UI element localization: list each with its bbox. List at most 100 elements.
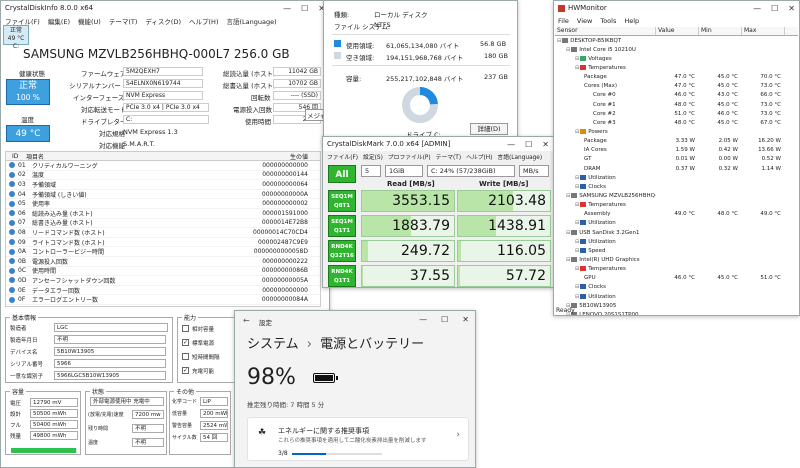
- test-button[interactable]: SEQ1M Q8T1: [328, 190, 356, 212]
- menu-file[interactable]: ファイル(F): [327, 152, 358, 161]
- header-sensor[interactable]: Sensor: [555, 27, 656, 35]
- sensor-row[interactable]: ⊟ Temperatures: [555, 201, 798, 210]
- menu-help[interactable]: ヘルプ(H): [466, 152, 492, 161]
- sensor-row[interactable]: Cores (Max) 47.0 °C 45.0 °C 73.0 °C: [555, 82, 798, 91]
- smart-row[interactable]: 0F エラーログエントリー数 00000000084A: [6, 295, 320, 305]
- sensor-row[interactable]: ⊟ USB SanDisk 3.2Gen1: [555, 228, 798, 237]
- function-checkbox[interactable]: ✓: [182, 367, 189, 374]
- size-select[interactable]: 1GiB: [385, 165, 423, 177]
- collapse-toggle-icon[interactable]: ⊟: [566, 230, 570, 236]
- menu-profile[interactable]: プロファイル(P): [388, 152, 431, 161]
- drive-tab-c[interactable]: 正常 49 °C C:: [3, 25, 29, 50]
- sensor-row[interactable]: ⊟ Temperatures: [555, 63, 798, 72]
- menu-disk[interactable]: ディスク(D): [145, 16, 181, 26]
- minimize-icon[interactable]: —: [753, 4, 761, 13]
- sensor-row[interactable]: Assembly 49.0 °C 48.0 °C 49.0 °C: [555, 210, 798, 219]
- sensor-row[interactable]: ⊟ Utilization: [555, 219, 798, 228]
- minimize-icon[interactable]: —: [419, 315, 427, 324]
- collapse-toggle-icon[interactable]: ⊟: [575, 129, 579, 135]
- sensor-row[interactable]: Core #0 46.0 °C 43.0 °C 66.0 °C: [555, 91, 798, 100]
- unit-select[interactable]: MB/s: [519, 165, 549, 177]
- sensor-row[interactable]: IA Cores 1.59 W 0.42 W 13.66 W: [555, 146, 798, 155]
- collapse-toggle-icon[interactable]: ⊟: [575, 294, 579, 300]
- maximize-icon[interactable]: ☐: [771, 4, 778, 13]
- sensor-row[interactable]: Core #1 48.0 °C 45.0 °C 73.0 °C: [555, 100, 798, 109]
- collapse-toggle-icon[interactable]: ⊟: [566, 257, 570, 263]
- collapse-toggle-icon[interactable]: ⊟: [575, 248, 579, 254]
- menu-view[interactable]: View: [577, 17, 592, 25]
- menu-language[interactable]: 言語(Language): [226, 16, 276, 26]
- collapse-toggle-icon[interactable]: ⊟: [575, 56, 579, 62]
- smart-row[interactable]: 0E データエラー回数 000000000000: [6, 286, 320, 296]
- header-min[interactable]: Min: [699, 27, 742, 35]
- function-checkbox[interactable]: [182, 353, 189, 360]
- smart-row[interactable]: 0C 使用時間 00000000086B: [6, 267, 320, 277]
- sensor-row[interactable]: Package 3.33 W 2.05 W 16.20 W: [555, 137, 798, 146]
- menu-language[interactable]: 言語(Language): [497, 152, 542, 161]
- back-arrow-icon[interactable]: ←: [243, 316, 250, 325]
- sensor-row[interactable]: ⊟ Utilization: [555, 292, 798, 301]
- collapse-toggle-icon[interactable]: ⊟: [557, 38, 561, 44]
- menu-theme[interactable]: テーマ(T): [109, 16, 138, 26]
- smart-row[interactable]: 03 予備領域 000000000064: [6, 180, 320, 190]
- menu-help[interactable]: Help: [624, 17, 639, 25]
- sensor-row[interactable]: ⊟ Intel Core i5 10210U: [555, 45, 798, 54]
- smart-header-id[interactable]: ID: [6, 153, 26, 160]
- sensor-row[interactable]: GPU 46.0 °C 45.0 °C 51.0 °C: [555, 274, 798, 283]
- sensor-row[interactable]: ⊟ Speed: [555, 246, 798, 255]
- smart-header-name[interactable]: 項目名: [26, 152, 240, 161]
- sensor-row[interactable]: ⊟ Temperatures: [555, 265, 798, 274]
- smart-row[interactable]: 07 総書き込み量 (ホスト) 0000014E72B8: [6, 219, 320, 229]
- sensor-row[interactable]: ⊟ SAMSUNG MZVLB256HBHQ-00...: [555, 191, 798, 200]
- collapse-toggle-icon[interactable]: ⊟: [575, 175, 579, 181]
- smart-row[interactable]: 01 クリティカルワーニング 000000000000: [6, 161, 320, 171]
- smart-row[interactable]: 04 予備領域 (しきい値) 00000000000A: [6, 190, 320, 200]
- collapse-toggle-icon[interactable]: ⊟: [575, 65, 579, 71]
- health-status-badge[interactable]: 正常 100 %: [6, 79, 50, 105]
- collapse-toggle-icon[interactable]: ⊟: [566, 47, 570, 53]
- close-icon[interactable]: ✕: [462, 315, 469, 324]
- collapse-toggle-icon[interactable]: ⊟: [575, 184, 579, 190]
- minimize-icon[interactable]: —: [507, 140, 515, 149]
- menu-function[interactable]: 機能(U): [78, 16, 101, 26]
- sensor-row[interactable]: ⊟ Intel(R) UHD Graphics: [555, 255, 798, 264]
- sensor-row[interactable]: Core #2 51.0 °C 46.0 °C 73.0 °C: [555, 109, 798, 118]
- collapse-toggle-icon[interactable]: ⊟: [575, 202, 579, 208]
- menu-tools[interactable]: Tools: [600, 17, 616, 25]
- collapse-toggle-icon[interactable]: ⊟: [566, 193, 570, 199]
- collapse-toggle-icon[interactable]: ⊟: [575, 284, 579, 290]
- menu-file[interactable]: ファイル(F): [5, 16, 40, 26]
- smart-row[interactable]: 09 ライトコマンド数 (ホスト) 000002487C9E9: [6, 238, 320, 248]
- test-button[interactable]: RND4K Q1T1: [328, 265, 356, 287]
- function-checkbox[interactable]: [182, 325, 189, 332]
- test-button[interactable]: RND4K Q32T16: [328, 240, 356, 262]
- maximize-icon[interactable]: ☐: [301, 4, 308, 13]
- sensor-row[interactable]: ⊟ Powers: [555, 127, 798, 136]
- maximize-icon[interactable]: ☐: [441, 315, 448, 324]
- function-checkbox[interactable]: ✓: [182, 339, 189, 346]
- close-icon[interactable]: ✕: [788, 4, 795, 13]
- sensor-row[interactable]: GT 0.01 W 0.00 W 0.52 W: [555, 155, 798, 164]
- smart-row[interactable]: 08 リードコマンド数 (ホスト) 00000014C70CD4: [6, 228, 320, 238]
- minimize-icon[interactable]: —: [283, 4, 291, 13]
- sensor-row[interactable]: ⊟ DESKTOP-B5IKBQT: [555, 36, 798, 45]
- count-select[interactable]: 5: [361, 165, 381, 177]
- menu-file[interactable]: File: [558, 17, 569, 25]
- smart-row[interactable]: 02 温度 000000000144: [6, 171, 320, 181]
- energy-recommendations-card[interactable]: ☘ エネルギーに関する推奨事項 これらの推奨事項を適用して二酸化炭素排出量を削減…: [247, 417, 469, 461]
- collapse-toggle-icon[interactable]: ⊟: [575, 220, 579, 226]
- smart-header-raw[interactable]: 生の値: [240, 152, 320, 161]
- breadcrumb-system[interactable]: システム: [247, 337, 299, 352]
- menu-help[interactable]: ヘルプ(H): [189, 16, 218, 26]
- detail-button[interactable]: 詳細(D): [470, 123, 508, 135]
- maximize-icon[interactable]: ☐: [525, 140, 532, 149]
- close-icon[interactable]: ✕: [542, 140, 549, 149]
- temperature-badge[interactable]: 49 °C: [6, 125, 50, 142]
- collapse-toggle-icon[interactable]: ⊟: [575, 239, 579, 245]
- header-value[interactable]: Value: [656, 27, 699, 35]
- menu-theme[interactable]: テーマ(T): [436, 152, 461, 161]
- sensor-row[interactable]: ⊟ Utilization: [555, 237, 798, 246]
- menu-edit[interactable]: 編集(E): [48, 16, 70, 26]
- drive-select[interactable]: C: 24% (57/238GiB): [427, 165, 515, 177]
- menu-settings[interactable]: 設定(S): [363, 152, 383, 161]
